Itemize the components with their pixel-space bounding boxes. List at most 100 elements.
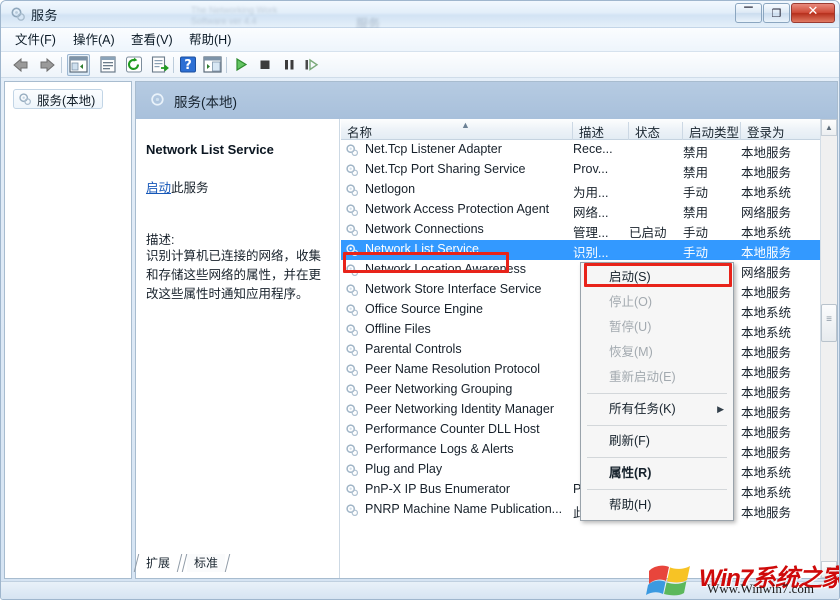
cell-startup-type: 手动 [683, 242, 708, 261]
context-menu: 启动(S)停止(O)暂停(U)恢复(M)重新启动(E)所有任务(K)▶刷新(F)… [580, 262, 734, 521]
service-gear-icon [345, 443, 359, 457]
svg-text:?: ? [184, 58, 192, 73]
cell-startup-type: 手动 [683, 182, 708, 201]
table-row[interactable]: Net.Tcp Listener AdapterRece...禁用本地服务 [341, 140, 820, 160]
services-gear-icon [150, 92, 167, 109]
tab-standard[interactable]: 标准 [187, 554, 225, 572]
cell-name: Office Source Engine [365, 302, 483, 316]
show-hide-tree-icon[interactable] [69, 56, 89, 74]
scroll-up-button[interactable]: ▲ [821, 119, 837, 136]
menu-item-label: 帮助(H) [609, 498, 651, 512]
table-row[interactable]: Net.Tcp Port Sharing ServiceProv...禁用本地服… [341, 160, 820, 180]
properties-icon[interactable] [99, 56, 119, 74]
services-gear-icon [10, 6, 26, 22]
description-text: 识别计算机已连接的网络，收集和存储这些网络的属性，并在更改这些属性时通知应用程序… [146, 247, 332, 304]
table-row[interactable]: Network Access Protection Agent网络...禁用网络… [341, 200, 820, 220]
cell-log-on-as: 本地系统 [741, 222, 791, 241]
cell-log-on-as: 本地服务 [741, 282, 791, 301]
window-title: 服务 [31, 5, 58, 24]
table-row[interactable]: Network Connections管理...已启动手动本地系统 [341, 220, 820, 240]
service-gear-icon [345, 143, 359, 157]
column-header-startup-type[interactable]: 启动类型 [683, 122, 741, 140]
toolbar-separator-2 [173, 57, 174, 73]
cell-name: PnP-X IP Bus Enumerator [365, 482, 510, 496]
menu-item-6[interactable]: 刷新(F) [581, 429, 733, 454]
stop-service-icon[interactable] [257, 56, 277, 74]
restart-service-icon[interactable] [303, 56, 323, 74]
service-gear-icon [345, 363, 359, 377]
service-gear-icon [345, 423, 359, 437]
cell-name: Peer Name Resolution Protocol [365, 362, 540, 376]
cell-name: Netlogon [365, 182, 415, 196]
back-arrow-icon[interactable] [11, 56, 31, 74]
cell-log-on-as: 本地服务 [741, 382, 791, 401]
menu-view[interactable]: 查看(V) [127, 31, 177, 49]
column-header-name[interactable]: 名称 [341, 122, 573, 140]
service-gear-icon [345, 203, 359, 217]
maximize-button[interactable]: ❐ [763, 3, 790, 23]
cell-name: Offline Files [365, 322, 431, 336]
menu-separator [587, 393, 727, 394]
pause-service-icon[interactable] [281, 56, 301, 74]
menu-item-8[interactable]: 帮助(H) [581, 493, 733, 518]
help-icon[interactable]: ? [179, 56, 199, 74]
service-gear-icon [345, 283, 359, 297]
service-gear-icon [345, 403, 359, 417]
cell-name: Peer Networking Identity Manager [365, 402, 554, 416]
menu-file[interactable]: 文件(F) [11, 31, 60, 49]
cell-log-on-as: 本地服务 [741, 442, 791, 461]
cell-log-on-as: 本地服务 [741, 342, 791, 361]
column-header-status[interactable]: 状态 [629, 122, 683, 140]
service-gear-icon [345, 303, 359, 317]
sidebar-item-services-local[interactable]: 服务(本地) [13, 89, 103, 109]
vertical-scrollbar[interactable]: ▲ ▼ [820, 119, 837, 578]
menu-action[interactable]: 操作(A) [69, 31, 119, 49]
cell-startup-type: 禁用 [683, 202, 708, 221]
refresh-icon[interactable] [125, 56, 145, 74]
cell-name: PNRP Machine Name Publication... [365, 502, 562, 516]
column-header-description[interactable]: 描述 [573, 122, 629, 140]
toolbar: ? [1, 52, 840, 78]
menu-item-label: 恢复(M) [609, 345, 653, 359]
cell-startup-type: 禁用 [683, 162, 708, 181]
service-details-panel: Network List Service 启动此服务 描述: 识别计算机已连接的… [136, 119, 340, 578]
menu-item-0[interactable]: 启动(S) [581, 265, 733, 290]
cell-name: Network List Service [365, 242, 479, 256]
export-list-icon[interactable] [151, 56, 171, 74]
minimize-button[interactable]: ─ [735, 3, 762, 23]
scrollbar-thumb[interactable] [821, 304, 837, 342]
minimize-icon: ─ [736, 2, 761, 15]
close-button[interactable]: ✕ [791, 3, 835, 23]
menu-item-3: 恢复(M) [581, 340, 733, 365]
cell-log-on-as: 本地系统 [741, 302, 791, 321]
menu-item-5[interactable]: 所有任务(K)▶ [581, 397, 733, 422]
tab-extended[interactable]: 扩展 [139, 554, 177, 572]
cell-name: Performance Counter DLL Host [365, 422, 540, 436]
window-controls: ─ ❐ ✕ [734, 3, 835, 24]
menu-item-1: 停止(O) [581, 290, 733, 315]
show-console-icon[interactable] [203, 56, 223, 74]
tree-pane: 服务(本地) [4, 81, 132, 579]
menu-item-7[interactable]: 属性(R) [581, 461, 733, 486]
menu-item-label: 暂停(U) [609, 320, 651, 334]
column-header-log-on-as[interactable]: 登录为 [741, 122, 820, 140]
cell-name: Peer Networking Grouping [365, 382, 512, 396]
cell-log-on-as: 本地服务 [741, 142, 791, 161]
service-gear-icon [345, 483, 359, 497]
forward-arrow-icon[interactable] [37, 56, 57, 74]
ghost-text-1: Software ver 4.4 [191, 16, 257, 26]
cell-log-on-as: 本地系统 [741, 322, 791, 341]
table-row[interactable]: Netlogon为用...手动本地系统 [341, 180, 820, 200]
menu-help[interactable]: 帮助(H) [185, 31, 235, 49]
cell-log-on-as: 本地服务 [741, 422, 791, 441]
menu-separator [587, 425, 727, 426]
start-service-link-suffix: 此服务 [171, 181, 209, 195]
start-service-icon[interactable] [233, 56, 253, 74]
table-row[interactable]: Network List Service识别...手动本地服务 [341, 240, 820, 260]
tab-extended-label: 扩展 [146, 556, 170, 570]
start-service-link[interactable]: 启动 [146, 181, 171, 195]
cell-log-on-as: 本地系统 [741, 462, 791, 481]
service-gear-icon [345, 503, 359, 517]
close-icon: ✕ [792, 5, 834, 18]
title-bar: The Networking Work Software ver 4.4 服务 … [1, 1, 840, 28]
